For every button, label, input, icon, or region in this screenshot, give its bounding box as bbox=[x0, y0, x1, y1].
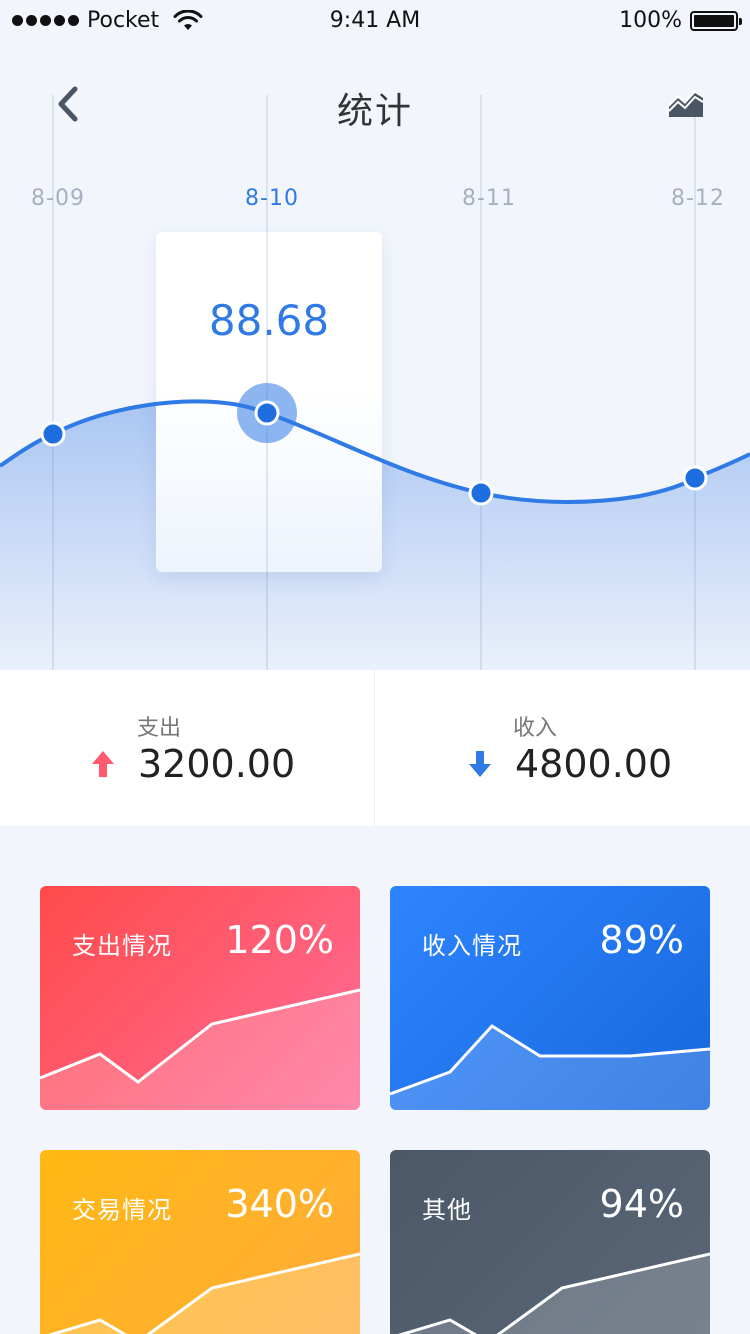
expense-value: 3200.00 bbox=[138, 742, 296, 786]
arrow-up-icon bbox=[92, 751, 114, 777]
data-point-8-10[interactable] bbox=[254, 400, 280, 426]
other-card[interactable]: 其他 94% bbox=[390, 1150, 710, 1334]
card-sparkline bbox=[398, 1252, 710, 1334]
card-title: 其他 bbox=[422, 1196, 472, 1224]
page-title: 统计 bbox=[336, 91, 413, 132]
data-point-8-11[interactable] bbox=[468, 480, 494, 506]
summary-panel: 支出 3200.00 收入 4800.00 bbox=[0, 670, 750, 826]
expense-card[interactable]: 支出情况 120% bbox=[40, 886, 360, 1110]
expense-label: 支出 bbox=[137, 716, 182, 741]
income-label: 收入 bbox=[513, 716, 558, 741]
income-summary[interactable]: 收入 4800.00 bbox=[375, 670, 750, 826]
expense-summary[interactable]: 支出 3200.00 bbox=[0, 670, 375, 826]
trend-chart-icon bbox=[668, 89, 704, 117]
card-percent: 120% bbox=[225, 918, 334, 962]
nav-bar: 统计 bbox=[0, 60, 750, 148]
trend-button[interactable] bbox=[662, 84, 710, 124]
expense-value-row: 3200.00 bbox=[90, 742, 295, 786]
card-title: 交易情况 bbox=[72, 1196, 172, 1224]
card-title: 收入情况 bbox=[422, 932, 522, 960]
transaction-card[interactable]: 交易情况 340% bbox=[40, 1150, 360, 1334]
income-card[interactable]: 收入情况 89% bbox=[390, 886, 710, 1110]
card-percent: 94% bbox=[599, 1182, 684, 1226]
income-value-row: 4800.00 bbox=[467, 742, 672, 786]
series-line bbox=[0, 399, 750, 504]
card-sparkline bbox=[48, 1252, 360, 1334]
data-point-8-09[interactable] bbox=[40, 421, 66, 447]
income-value: 4800.00 bbox=[515, 742, 673, 786]
card-title: 支出情况 bbox=[72, 932, 172, 960]
card-percent: 340% bbox=[225, 1182, 334, 1226]
card-percent: 89% bbox=[599, 918, 684, 962]
arrow-down-icon bbox=[469, 751, 491, 777]
data-point-8-12[interactable] bbox=[682, 465, 708, 491]
